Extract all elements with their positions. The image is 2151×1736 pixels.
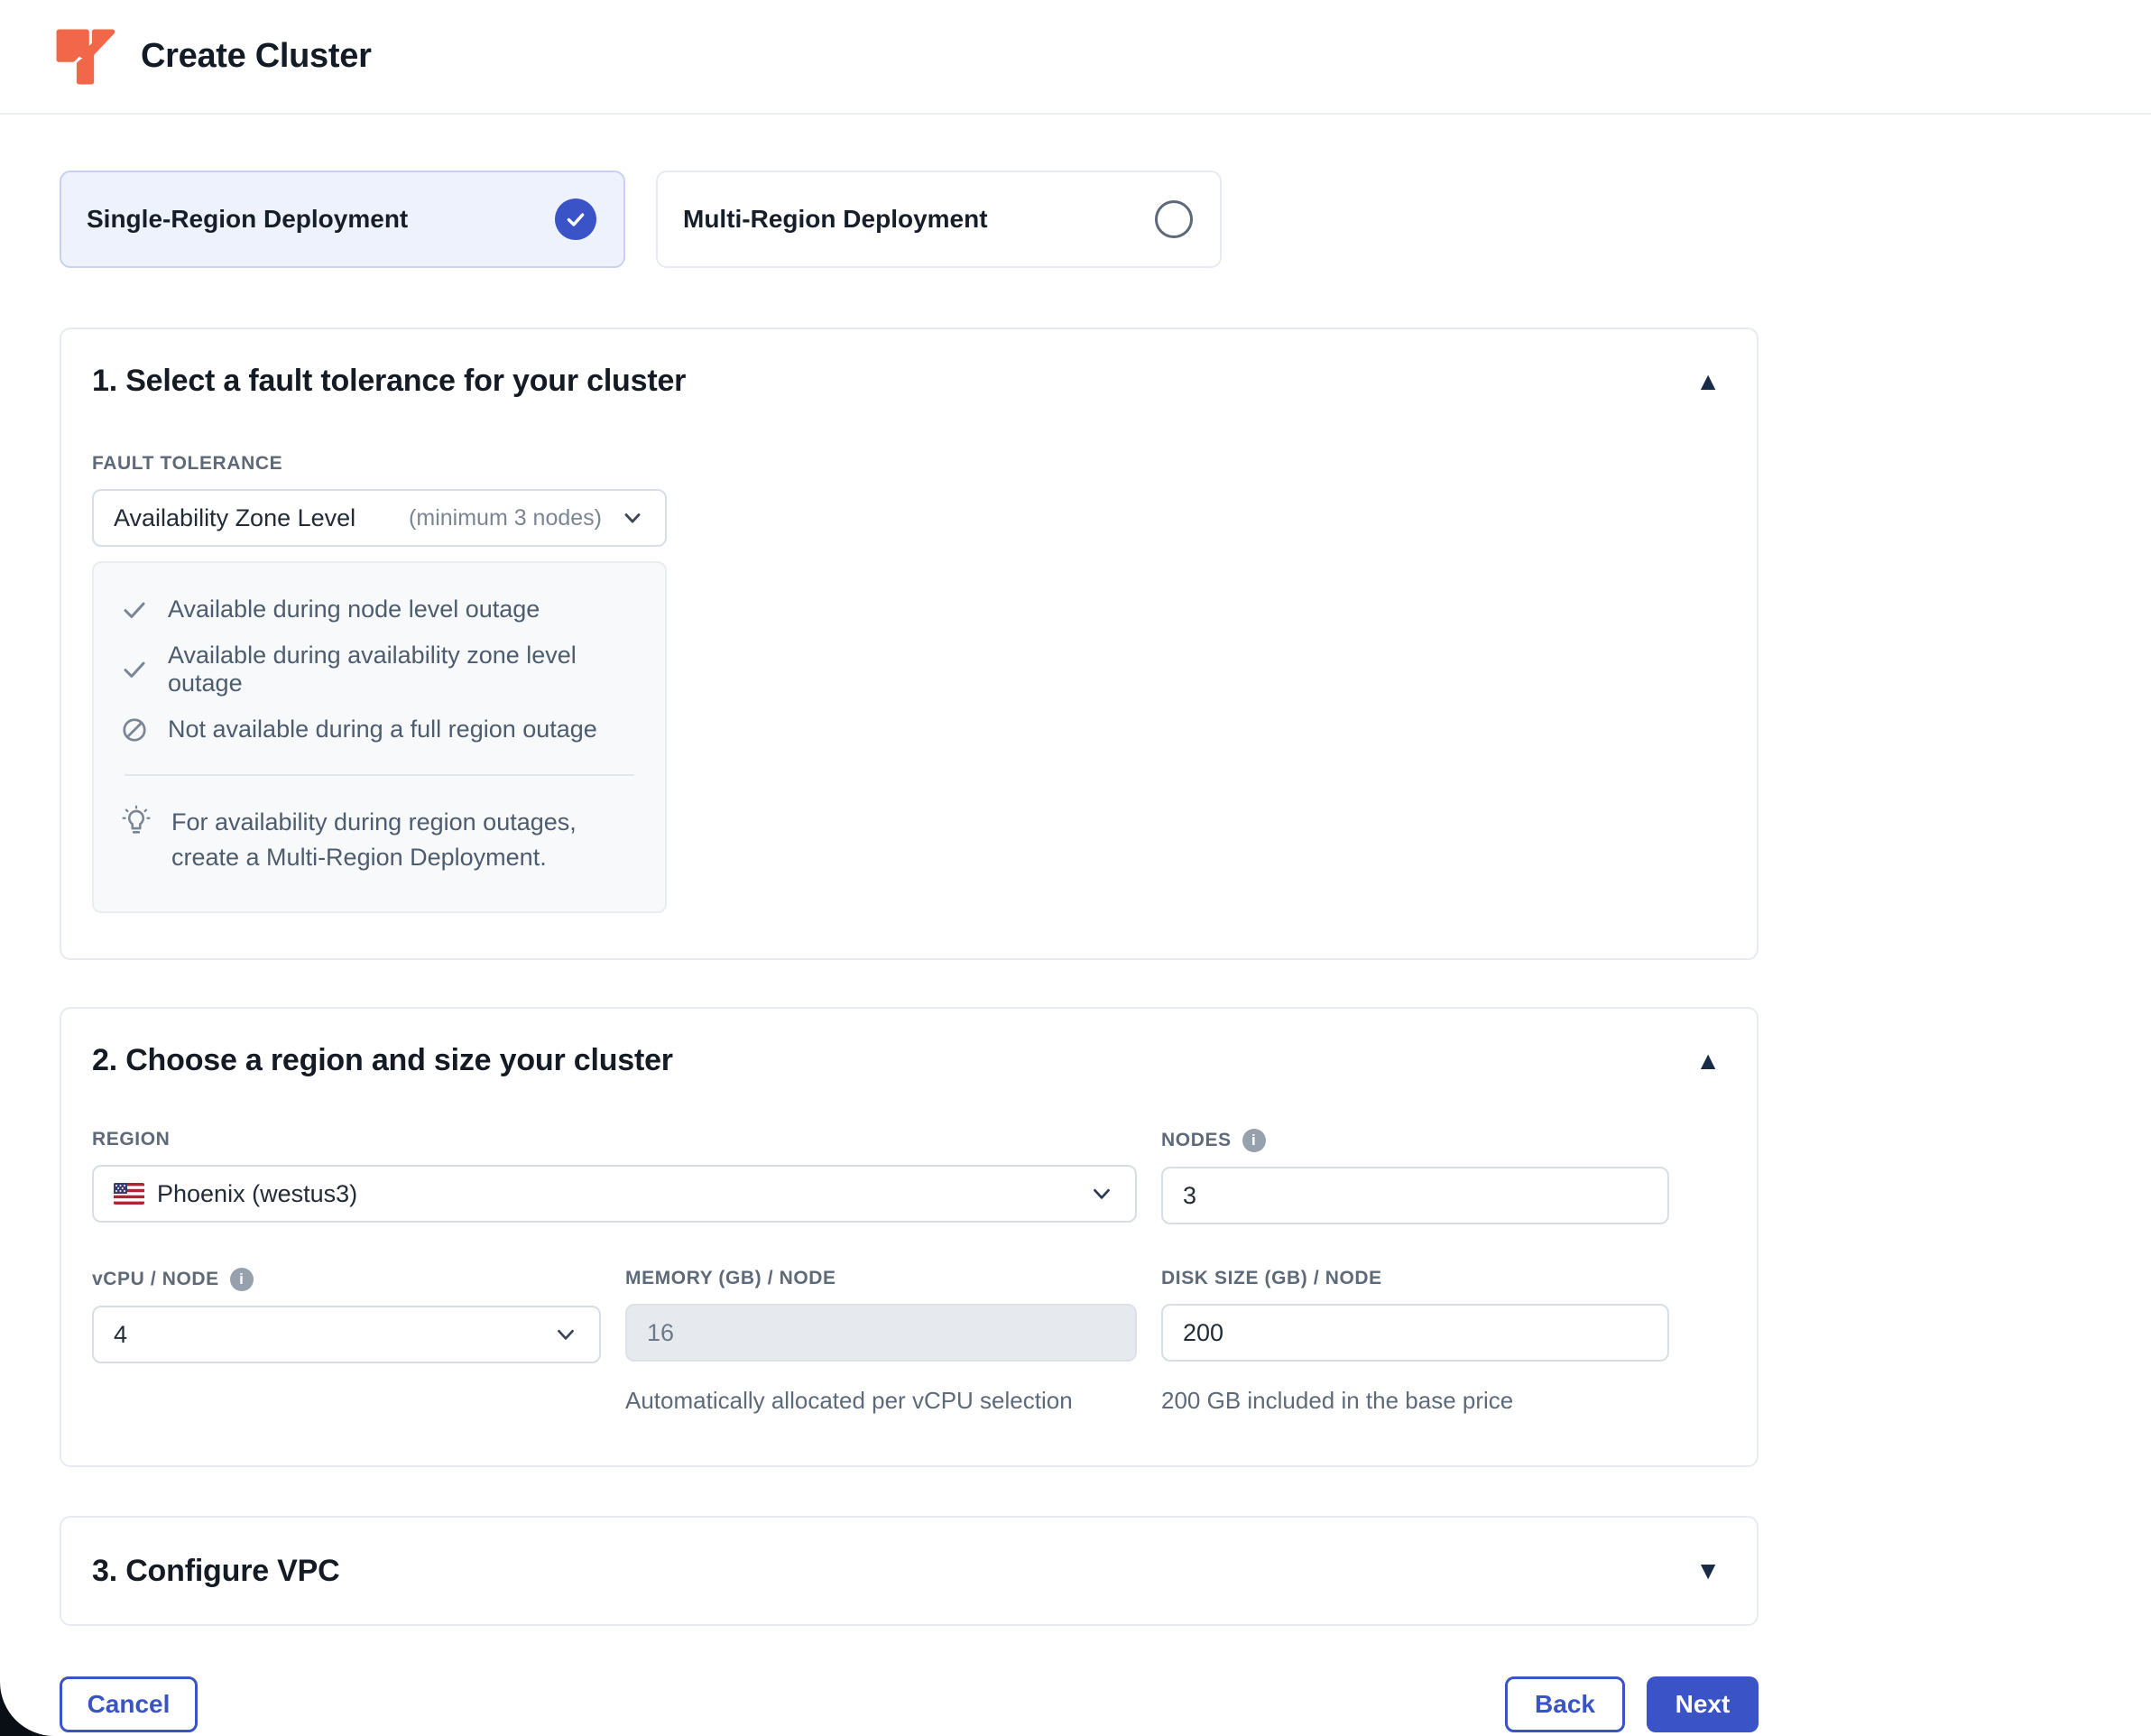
nodes-label: NODES xyxy=(1161,1130,1232,1151)
info-icon[interactable]: i xyxy=(1242,1129,1266,1152)
fault-tolerance-section: 1. Select a fault tolerance for your clu… xyxy=(60,328,1759,960)
disk-size-input[interactable] xyxy=(1161,1304,1669,1362)
check-icon xyxy=(121,596,148,623)
region-outage-tip: For availability during region outages, … xyxy=(121,805,638,875)
availability-note: Not available during a full region outag… xyxy=(121,716,638,743)
wizard-footer: Cancel Back Next xyxy=(60,1676,1759,1732)
fault-tolerance-field-group: FAULT TOLERANCE Availability Zone Level … xyxy=(92,453,1721,913)
nodes-input[interactable] xyxy=(1161,1167,1669,1224)
vpc-section: 3. Configure VPC ▼ xyxy=(60,1516,1759,1626)
node-size-grid: vCPU / NODE i 4 MEMORY (GB) / NODE Autom… xyxy=(92,1268,1721,1415)
fault-tolerance-section-header[interactable]: 1. Select a fault tolerance for your clu… xyxy=(92,364,1721,399)
deployment-type-options: Single-Region Deployment Multi-Region De… xyxy=(60,171,1759,268)
region-value: Phoenix (westus3) xyxy=(157,1180,357,1208)
collapse-up-icon[interactable]: ▲ xyxy=(1695,369,1721,394)
availability-note-text: Not available during a full region outag… xyxy=(168,716,597,743)
region-label: REGION xyxy=(92,1129,1137,1150)
memory-label: MEMORY (GB) / NODE xyxy=(625,1268,1137,1289)
page-title: Create Cluster xyxy=(141,37,372,76)
availability-info-box: Available during node level outage Avail… xyxy=(92,561,667,913)
region-size-section-title: 2. Choose a region and size your cluster xyxy=(92,1043,673,1078)
multi-region-option-card[interactable]: Multi-Region Deployment xyxy=(656,171,1222,268)
fault-tolerance-hint: (minimum 3 nodes) xyxy=(409,505,602,531)
app-header: Create Cluster xyxy=(0,0,2151,115)
chevron-down-icon xyxy=(1088,1180,1115,1207)
memory-input xyxy=(625,1304,1137,1362)
vcpu-label: vCPU / NODE xyxy=(92,1269,219,1290)
disk-helper-text: 200 GB included in the base price xyxy=(1161,1387,1669,1415)
fault-tolerance-select[interactable]: Availability Zone Level (minimum 3 nodes… xyxy=(92,489,667,547)
window-corner-decoration xyxy=(0,1682,54,1736)
vcpu-select[interactable]: 4 xyxy=(92,1306,601,1363)
lightbulb-icon xyxy=(121,805,152,844)
availability-note-text: Available during availability zone level… xyxy=(168,642,638,697)
availability-note: Available during availability zone level… xyxy=(121,642,638,697)
chevron-down-icon xyxy=(552,1321,579,1348)
region-size-grid: REGION xyxy=(92,1129,1721,1224)
fault-tolerance-label: FAULT TOLERANCE xyxy=(92,453,1721,475)
main-content: Single-Region Deployment Multi-Region De… xyxy=(60,171,1759,1732)
vcpu-value: 4 xyxy=(114,1321,127,1349)
availability-note-text: Available during node level outage xyxy=(168,596,540,623)
memory-helper-text: Automatically allocated per vCPU selecti… xyxy=(625,1387,1137,1415)
region-size-section-header[interactable]: 2. Choose a region and size your cluster… xyxy=(92,1043,1721,1078)
collapse-down-icon[interactable]: ▼ xyxy=(1695,1558,1721,1584)
nodes-field-group: NODES i xyxy=(1161,1129,1669,1224)
selected-check-radio[interactable] xyxy=(555,199,596,240)
collapse-up-icon[interactable]: ▲ xyxy=(1695,1048,1721,1074)
check-icon xyxy=(121,656,148,683)
fault-tolerance-section-title: 1. Select a fault tolerance for your clu… xyxy=(92,364,686,399)
divider xyxy=(125,774,634,776)
back-button[interactable]: Back xyxy=(1505,1676,1625,1732)
check-icon xyxy=(564,208,587,231)
region-size-section: 2. Choose a region and size your cluster… xyxy=(60,1007,1759,1467)
fault-tolerance-value: Availability Zone Level xyxy=(114,504,355,532)
footer-right-buttons: Back Next xyxy=(1505,1676,1759,1732)
vcpu-field-group: vCPU / NODE i 4 xyxy=(92,1268,601,1415)
disk-field-group: DISK SIZE (GB) / NODE 200 GB included in… xyxy=(1161,1268,1669,1415)
tip-text: For availability during region outages, … xyxy=(171,805,638,875)
vpc-section-header[interactable]: 3. Configure VPC ▼ xyxy=(92,1554,1721,1589)
unselected-radio[interactable] xyxy=(1155,200,1193,238)
multi-region-label: Multi-Region Deployment xyxy=(683,205,988,234)
next-button[interactable]: Next xyxy=(1647,1676,1759,1732)
region-select[interactable]: Phoenix (westus3) xyxy=(92,1165,1137,1223)
us-flag-icon xyxy=(114,1183,144,1205)
region-field-group: REGION xyxy=(92,1129,1137,1224)
yugabyte-logo-icon xyxy=(49,23,119,90)
availability-note: Available during node level outage xyxy=(121,596,638,623)
memory-field-group: MEMORY (GB) / NODE Automatically allocat… xyxy=(625,1268,1137,1415)
single-region-label: Single-Region Deployment xyxy=(87,205,408,234)
cancel-button[interactable]: Cancel xyxy=(60,1676,198,1732)
not-available-icon xyxy=(121,716,148,743)
vpc-section-title: 3. Configure VPC xyxy=(92,1554,340,1589)
info-icon[interactable]: i xyxy=(230,1268,254,1291)
disk-label: DISK SIZE (GB) / NODE xyxy=(1161,1268,1669,1289)
chevron-down-icon xyxy=(620,505,645,531)
single-region-option-card[interactable]: Single-Region Deployment xyxy=(60,171,625,268)
